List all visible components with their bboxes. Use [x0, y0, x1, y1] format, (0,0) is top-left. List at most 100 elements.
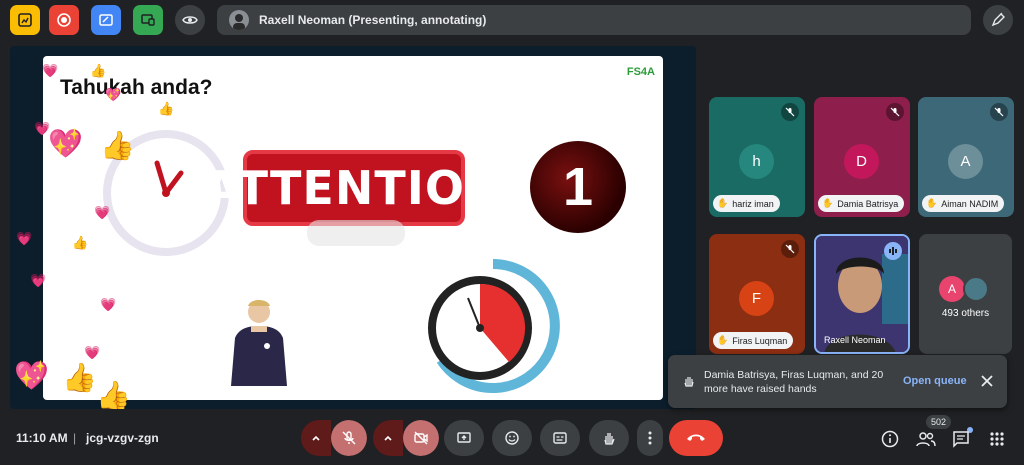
- raised-hand-icon: ✋: [822, 198, 834, 208]
- open-queue-button[interactable]: Open queue: [903, 375, 967, 387]
- people-icon[interactable]: [915, 428, 937, 450]
- eye-icon[interactable]: [175, 5, 205, 35]
- raise-hand-button[interactable]: [589, 420, 629, 456]
- participant-avatar: h: [739, 144, 774, 179]
- mic-options-chevron-up-icon[interactable]: [301, 420, 331, 456]
- mic-control: [301, 420, 367, 456]
- player-image: [231, 300, 287, 386]
- heart-reaction-icon: 💖: [105, 87, 122, 102]
- presenter-label: Raxell Neoman (Presenting, annotating): [259, 13, 487, 27]
- heart-reaction-icon: 💗: [34, 121, 51, 136]
- chat-icon[interactable]: [950, 428, 972, 450]
- captions-button[interactable]: [540, 420, 580, 456]
- present-tab-icon[interactable]: [133, 5, 163, 35]
- bottom-bar: 11:10 AM | jcg-vzgv-zgn 502: [0, 415, 1024, 465]
- hand-icon: [604, 433, 615, 445]
- others-avatar-photo: [963, 276, 989, 302]
- attention-text: ATTENTION: [203, 161, 505, 215]
- activities-grid-icon[interactable]: [986, 428, 1008, 450]
- participant-tile[interactable]: A ✋ Aiman NADIM: [918, 97, 1014, 217]
- raised-hand-icon: [682, 374, 696, 393]
- raised-hand-icon: ✋: [717, 198, 729, 208]
- whiteboard-icon[interactable]: [91, 5, 121, 35]
- participant-tile[interactable]: D ✋ Damia Batrisya: [814, 97, 910, 217]
- phone-hangup-icon: [687, 434, 705, 441]
- present-icon: [457, 432, 471, 443]
- number-badge: 1: [530, 141, 626, 233]
- participant-name: Firas Luqman: [732, 335, 788, 346]
- presenter-avatar: [229, 10, 249, 30]
- heart-reaction-icon: 💖: [14, 360, 49, 391]
- others-tile[interactable]: A 493 others: [919, 234, 1012, 354]
- mic-off-icon: [781, 240, 799, 258]
- close-icon[interactable]: [978, 372, 996, 390]
- heart-reaction-icon: 💗: [84, 345, 101, 360]
- heart-reaction-icon: 💗: [94, 205, 111, 220]
- camera-options-chevron-up-icon[interactable]: [373, 420, 403, 456]
- toast-message: Damia Batrisya, Firas Luqman, and 20 mor…: [704, 369, 884, 395]
- mic-off-button[interactable]: [331, 420, 367, 456]
- participant-name: Damia Batrisya: [837, 198, 899, 209]
- heart-reaction-icon: 💗: [42, 63, 59, 78]
- participant-tile[interactable]: h ✋ hariz iman: [709, 97, 805, 217]
- heart-reaction-icon: 💗: [16, 231, 33, 246]
- participant-name-chip: ✋ Firas Luqman: [713, 332, 794, 349]
- timer-illustration: [428, 259, 560, 393]
- meeting-code: jcg-vzgv-zgn: [86, 431, 159, 445]
- speaking-indicator-icon: [884, 242, 902, 260]
- more-vert-icon: [648, 431, 652, 445]
- heart-reaction-icon: 💗: [100, 297, 117, 312]
- meeting-info-icon[interactable]: [879, 428, 901, 450]
- presentation-stage[interactable]: Tahukah anda? FS4A ATTENTION 1 💗 👍 💖 👍 💖…: [10, 46, 696, 409]
- reactions-button[interactable]: [492, 420, 532, 456]
- activity-icon[interactable]: [10, 5, 40, 35]
- thumbs-up-reaction-icon: 👍: [158, 101, 175, 116]
- thumbs-up-reaction-icon: 👍: [90, 63, 107, 78]
- slide-control-overlay[interactable]: [307, 220, 405, 246]
- thumbs-up-reaction-icon: 👍: [72, 235, 89, 250]
- attention-banner: ATTENTION: [204, 150, 503, 226]
- participant-avatar: F: [739, 281, 774, 316]
- record-icon[interactable]: [49, 5, 79, 35]
- heart-reaction-icon: 💗: [30, 273, 47, 288]
- camera-control: [373, 420, 439, 456]
- participant-tile[interactable]: F ✋ Firas Luqman: [709, 234, 805, 354]
- meeting-time: 11:10 AM: [16, 431, 68, 445]
- presenting-banner[interactable]: Raxell Neoman (Presenting, annotating): [217, 5, 971, 35]
- mic-off-icon: [886, 103, 904, 121]
- thumbs-up-reaction-icon: 👍: [96, 380, 131, 410]
- participant-name-chip: ✋ Aiman NADIM: [922, 195, 1005, 212]
- participant-name: Raxell Neoman: [824, 335, 886, 345]
- participant-name-chip: ✋ Damia Batrisya: [818, 195, 905, 212]
- slide-title: Tahukah anda?: [60, 76, 213, 99]
- raised-hand-icon: ✋: [717, 335, 729, 345]
- slide-logo: FS4A: [626, 66, 655, 78]
- people-count-badge: 502: [926, 415, 952, 429]
- others-avatar: A: [939, 276, 965, 302]
- more-options-button[interactable]: [637, 420, 663, 456]
- participant-name: Aiman NADIM: [941, 198, 999, 209]
- thumbs-up-reaction-icon: 👍: [62, 362, 97, 393]
- camera-off-button[interactable]: [403, 420, 439, 456]
- number-text: 1: [562, 157, 594, 217]
- emoji-icon: [505, 431, 519, 445]
- top-bar: Raxell Neoman (Presenting, annotating): [0, 0, 1024, 40]
- heart-reaction-icon: 💖: [48, 128, 83, 159]
- self-video-tile[interactable]: Raxell Neoman: [814, 234, 910, 354]
- participant-name-chip: ✋ hariz iman: [713, 195, 780, 212]
- raised-hands-toast: Damia Batrisya, Firas Luqman, and 20 mor…: [668, 355, 1007, 408]
- slide: Tahukah anda? FS4A ATTENTION 1: [43, 56, 663, 400]
- raised-hand-icon: ✋: [926, 198, 938, 208]
- annotate-pen-icon[interactable]: [983, 5, 1013, 35]
- others-count: 493 others: [941, 308, 990, 319]
- participant-avatar: D: [844, 144, 879, 179]
- participant-name: hariz iman: [732, 198, 774, 209]
- thumbs-up-reaction-icon: 👍: [100, 130, 135, 161]
- mic-off-icon: [781, 103, 799, 121]
- mic-off-icon: [990, 103, 1008, 121]
- leave-call-button[interactable]: [669, 420, 723, 456]
- separator: |: [73, 431, 77, 445]
- participant-avatar: A: [948, 144, 983, 179]
- present-screen-button[interactable]: [444, 420, 484, 456]
- captions-icon: [553, 432, 567, 444]
